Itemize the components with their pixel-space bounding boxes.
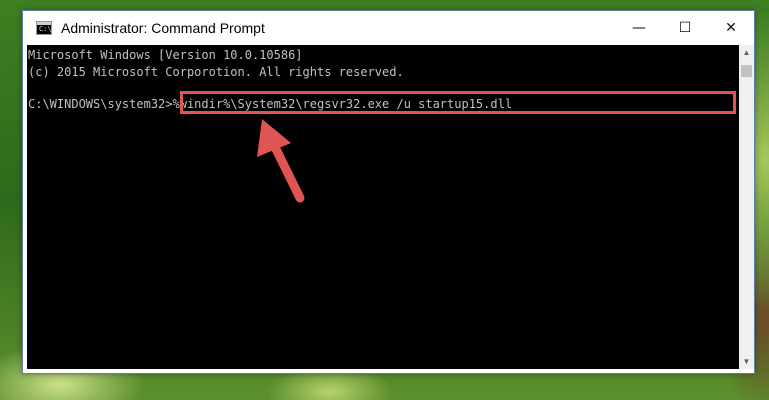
red-arrow-icon [257,119,305,203]
